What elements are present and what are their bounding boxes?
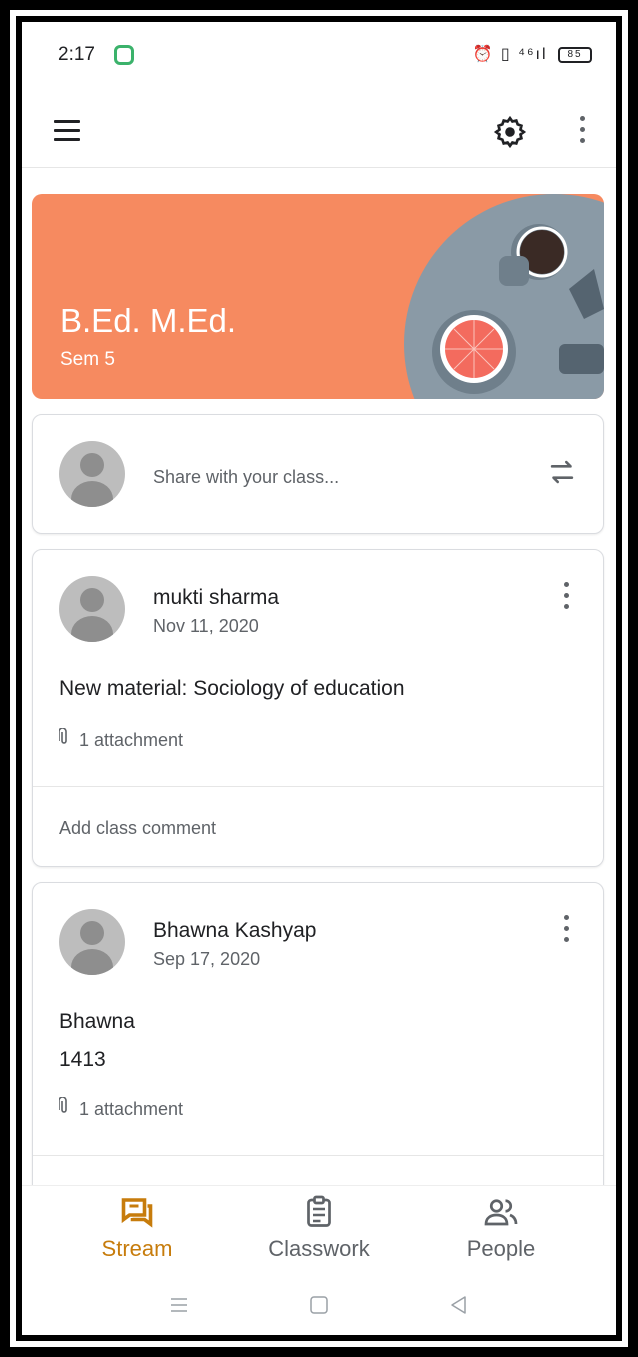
- bottom-navigation: Stream Classwork People: [22, 1185, 616, 1275]
- post-body: New material: Sociology of education: [59, 670, 405, 708]
- menu-icon[interactable]: [54, 120, 80, 142]
- tab-label: Stream: [101, 1236, 173, 1261]
- post-text-line: Bhawna: [59, 1010, 135, 1033]
- tab-stream[interactable]: Stream: [62, 1194, 212, 1262]
- avatar: [59, 441, 125, 507]
- post-author: Bhawna Kashyap: [153, 919, 317, 942]
- paperclip-icon: [58, 727, 69, 751]
- classwork-icon: [307, 1195, 331, 1227]
- stream-post[interactable]: Bhawna Kashyap Sep 17, 2020 Bhawna 1413 …: [32, 882, 604, 1202]
- home-icon[interactable]: [307, 1293, 331, 1317]
- class-section: Sem 5: [60, 349, 115, 370]
- tab-label: People: [466, 1236, 536, 1261]
- system-navigation-bar: [22, 1275, 616, 1335]
- gear-icon[interactable]: [492, 114, 528, 150]
- post-text-line: New material: Sociology of education: [59, 677, 405, 700]
- tab-people[interactable]: People: [426, 1194, 576, 1262]
- frame-inner: 2:17 ⏰ ▯ ⁴⁶ıl 85 B.Ed. M.Ed. Sem 5 Share…: [10, 10, 628, 1347]
- post-author: mukti sharma: [153, 586, 280, 609]
- post-date: Sep 17, 2020: [153, 949, 261, 969]
- attachment-label: 1 attachment: [79, 1099, 184, 1119]
- tab-label: Classwork: [268, 1236, 370, 1261]
- app-bar: [22, 98, 616, 168]
- post-more-icon[interactable]: [561, 915, 571, 947]
- post-body: Bhawna 1413: [59, 1003, 135, 1079]
- divider: [33, 786, 603, 787]
- phone-screen: 2:17 ⏰ ▯ ⁴⁶ıl 85 B.Ed. M.Ed. Sem 5 Share…: [22, 22, 616, 1335]
- more-vert-icon[interactable]: [577, 116, 587, 148]
- post-text-line: 1413: [59, 1048, 106, 1071]
- add-class-comment[interactable]: Add class comment: [59, 818, 216, 839]
- battery-icon: 85: [558, 46, 592, 63]
- banner-illustration: [404, 194, 604, 399]
- class-title: B.Ed. M.Ed.: [60, 302, 237, 339]
- status-time: 2:17: [58, 44, 95, 65]
- status-indicator-icons: ⏰ ▯ ⁴⁶ıl: [472, 46, 548, 63]
- tab-classwork[interactable]: Classwork: [244, 1194, 394, 1262]
- share-card[interactable]: Share with your class...: [32, 414, 604, 534]
- status-bar: 2:17 ⏰ ▯ ⁴⁶ıl 85: [22, 22, 616, 82]
- post-date: Nov 11, 2020: [153, 616, 259, 636]
- avatar: [59, 909, 125, 975]
- avatar: [59, 576, 125, 642]
- divider: [33, 1155, 603, 1156]
- stream-post[interactable]: mukti sharma Nov 11, 2020 New material: …: [32, 549, 604, 867]
- attachment-count[interactable]: 1 attachment: [58, 1096, 184, 1120]
- attachment-count[interactable]: 1 attachment: [58, 727, 184, 751]
- attachment-label: 1 attachment: [79, 730, 184, 750]
- stream-icon: [121, 1198, 153, 1228]
- frame-border: 2:17 ⏰ ▯ ⁴⁶ıl 85 B.Ed. M.Ed. Sem 5 Share…: [16, 16, 622, 1341]
- back-icon[interactable]: [447, 1293, 471, 1317]
- class-banner[interactable]: B.Ed. M.Ed. Sem 5: [32, 194, 604, 399]
- people-icon: [484, 1199, 518, 1226]
- status-icons: ⏰ ▯ ⁴⁶ıl 85: [472, 44, 592, 64]
- post-more-icon[interactable]: [561, 582, 571, 614]
- paperclip-icon: [58, 1096, 69, 1120]
- recents-icon[interactable]: [167, 1293, 191, 1317]
- app-notification-icon: [114, 45, 134, 65]
- share-input[interactable]: Share with your class...: [153, 467, 339, 488]
- screenshot-frame: 2:17 ⏰ ▯ ⁴⁶ıl 85 B.Ed. M.Ed. Sem 5 Share…: [0, 0, 638, 1357]
- repost-icon[interactable]: [545, 455, 579, 489]
